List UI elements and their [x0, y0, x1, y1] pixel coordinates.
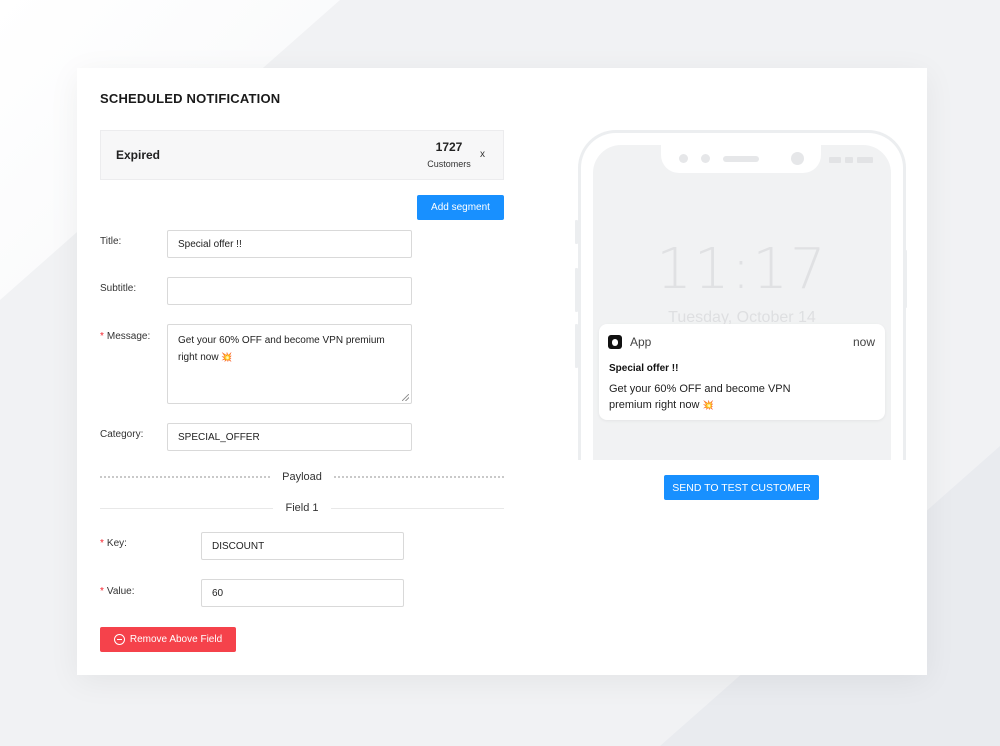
message-textarea[interactable]: Get your 60% OFF and become VPN premium … [167, 324, 412, 404]
value-input[interactable]: 60 [201, 579, 404, 607]
subtitle-label: Subtitle: [100, 283, 137, 294]
explosion-emoji-icon: 💥 [702, 400, 714, 410]
segment-chip: Expired 1727 Customers x [100, 130, 504, 180]
field-divider: Field 1 [100, 502, 504, 514]
message-text: Get your 60% OFF and become VPN premium … [178, 335, 385, 363]
title-input[interactable]: Special offer !! [167, 230, 412, 258]
segment-name: Expired [116, 148, 161, 162]
key-input[interactable]: DISCOUNT [201, 532, 404, 560]
phone-screen: 11:17 Tuesday, October 14 App now Specia… [593, 145, 891, 460]
notification-time: now [852, 335, 875, 349]
payload-divider: Payload [100, 471, 505, 483]
payload-heading: Payload [282, 471, 322, 483]
notification-preview: App now Special offer !! Get your 60% OF… [599, 324, 885, 420]
lockscreen-clock: 11:17 [656, 237, 828, 302]
segment-count: 1727 [435, 140, 463, 154]
apple-icon [608, 335, 622, 349]
phone-notch [661, 145, 821, 173]
phone-preview: 11:17 Tuesday, October 14 App now Specia… [578, 130, 906, 460]
close-icon[interactable]: x [480, 149, 485, 160]
remove-field-label: Remove Above Field [129, 634, 223, 645]
add-segment-button[interactable]: Add segment [417, 195, 504, 220]
notification-title: Special offer !! [609, 363, 679, 374]
value-label: * Value: [100, 586, 135, 597]
title-label: Title: [100, 236, 122, 247]
category-label: Category: [100, 429, 144, 440]
notification-app-name: App [630, 335, 652, 349]
remove-field-button[interactable]: Remove Above Field [100, 627, 236, 652]
subtitle-input[interactable] [167, 277, 412, 305]
message-label: * Message: [100, 331, 151, 342]
resize-handle[interactable] [402, 394, 409, 401]
scheduled-notification-card: SCHEDULED NOTIFICATION Expired 1727 Cust… [77, 68, 927, 675]
key-label: * Key: [100, 538, 127, 549]
send-to-test-customer-button[interactable]: SEND TO TEST CUSTOMER [664, 475, 819, 500]
category-input[interactable]: SPECIAL_OFFER [167, 423, 412, 451]
minus-circle-icon [113, 634, 125, 645]
segment-unit: Customers [427, 159, 471, 169]
page-title: SCHEDULED NOTIFICATION [100, 91, 281, 106]
explosion-emoji-icon: 💥 [221, 352, 233, 362]
notification-body: Get your 60% OFF and become VPN premium … [609, 383, 791, 411]
status-bar-icons [827, 157, 873, 164]
field-heading: Field 1 [285, 502, 319, 514]
